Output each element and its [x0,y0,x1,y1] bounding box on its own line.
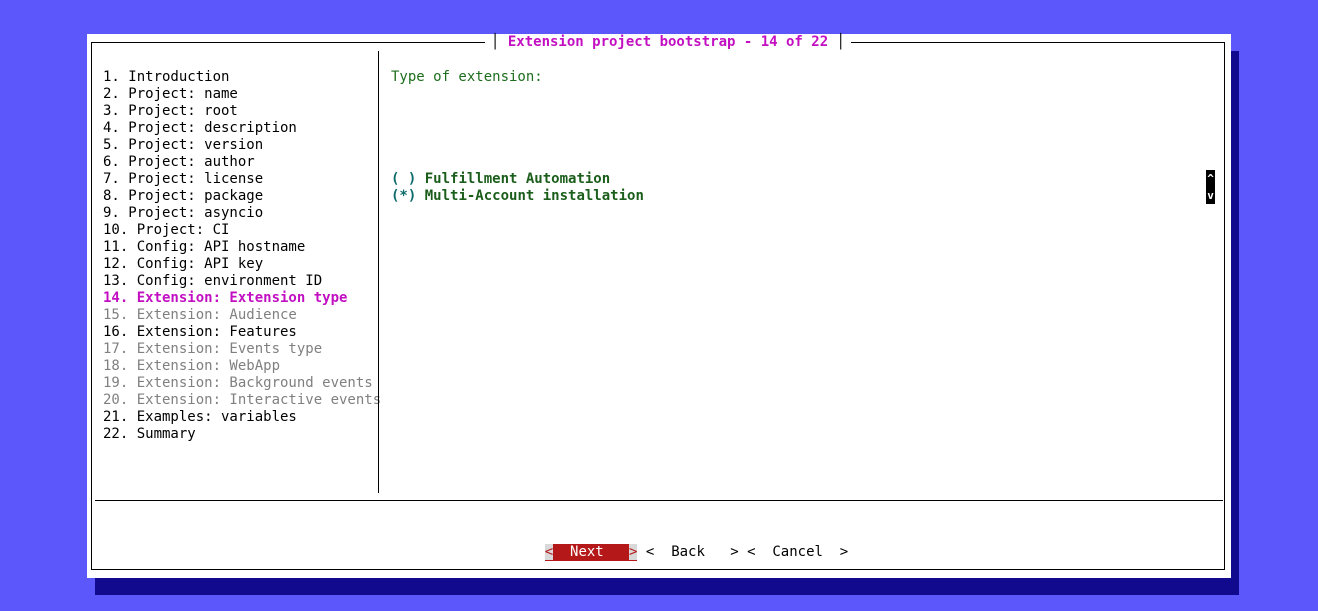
radio-option-label: Multi-Account installation [424,188,644,204]
steps-list: 1. Introduction 2. Project: name 3. Projec… [103,69,381,443]
radio-options: ( ) Fulfillment Automation (*) Multi-Acco… [391,171,644,205]
vertical-divider [378,51,379,493]
back-button[interactable]: < Back > [646,544,739,561]
button-bar: < Next > < Back > < Cancel > [511,527,848,561]
step-item: 9. Project: asyncio [103,205,264,221]
step-item: 11. Config: API hostname [103,239,306,255]
radio-option[interactable]: (*) Multi-Account installation [391,188,644,205]
cancel-button-label: Cancel [772,544,823,560]
step-item: 7. Project: license [103,171,264,187]
step-item: 13. Config: environment ID [103,273,323,289]
step-item: 14. Extension: Extension type [103,290,348,306]
cancel-button[interactable]: < Cancel > [747,544,848,561]
scroll-up-icon[interactable]: ^ [1206,170,1215,187]
step-item: 17. Extension: Events type [103,341,323,357]
step-item: 16. Extension: Features [103,324,297,340]
next-button[interactable]: < Next > [544,544,638,561]
step-item: 3. Project: root [103,103,238,119]
step-item: 22. Summary [103,426,196,442]
radio-option[interactable]: ( ) Fulfillment Automation [391,171,644,188]
radio-unchecked-icon: ( ) [391,171,417,187]
step-item: 15. Extension: Audience [103,307,297,323]
next-button-label: Next [570,544,604,560]
step-item: 10. Project: CI [103,222,230,238]
step-item: 2. Project: name [103,86,238,102]
step-item: 6. Project: author [103,154,255,170]
step-item: 21. Examples: variables [103,409,297,425]
radio-checked-icon: (*) [391,188,417,204]
step-item: 5. Project: version [103,137,264,153]
scroll-down-icon[interactable]: v [1206,187,1215,204]
radio-option-label: Fulfillment Automation [424,171,611,187]
step-item: 20. Extension: Interactive events [103,392,382,408]
dialog-title: │ Extension project bootstrap - 14 of 22… [485,34,852,51]
question-prompt: Type of extension: [391,69,543,85]
step-item: 1. Introduction [103,69,230,85]
dialog-title-text: Extension project bootstrap - 14 of 22 [507,34,829,50]
step-item: 19. Extension: Background events [103,375,373,391]
step-item: 18. Extension: WebApp [103,358,281,374]
step-item: 12. Config: API key [103,256,264,272]
button-divider [95,500,1223,501]
back-button-label: Back [671,544,705,560]
step-item: 8. Project: package [103,188,264,204]
scrollbar[interactable]: ^ v [1206,170,1215,204]
step-item: 4. Project: description [103,120,297,136]
wizard-dialog: │ Extension project bootstrap - 14 of 22… [87,34,1231,578]
